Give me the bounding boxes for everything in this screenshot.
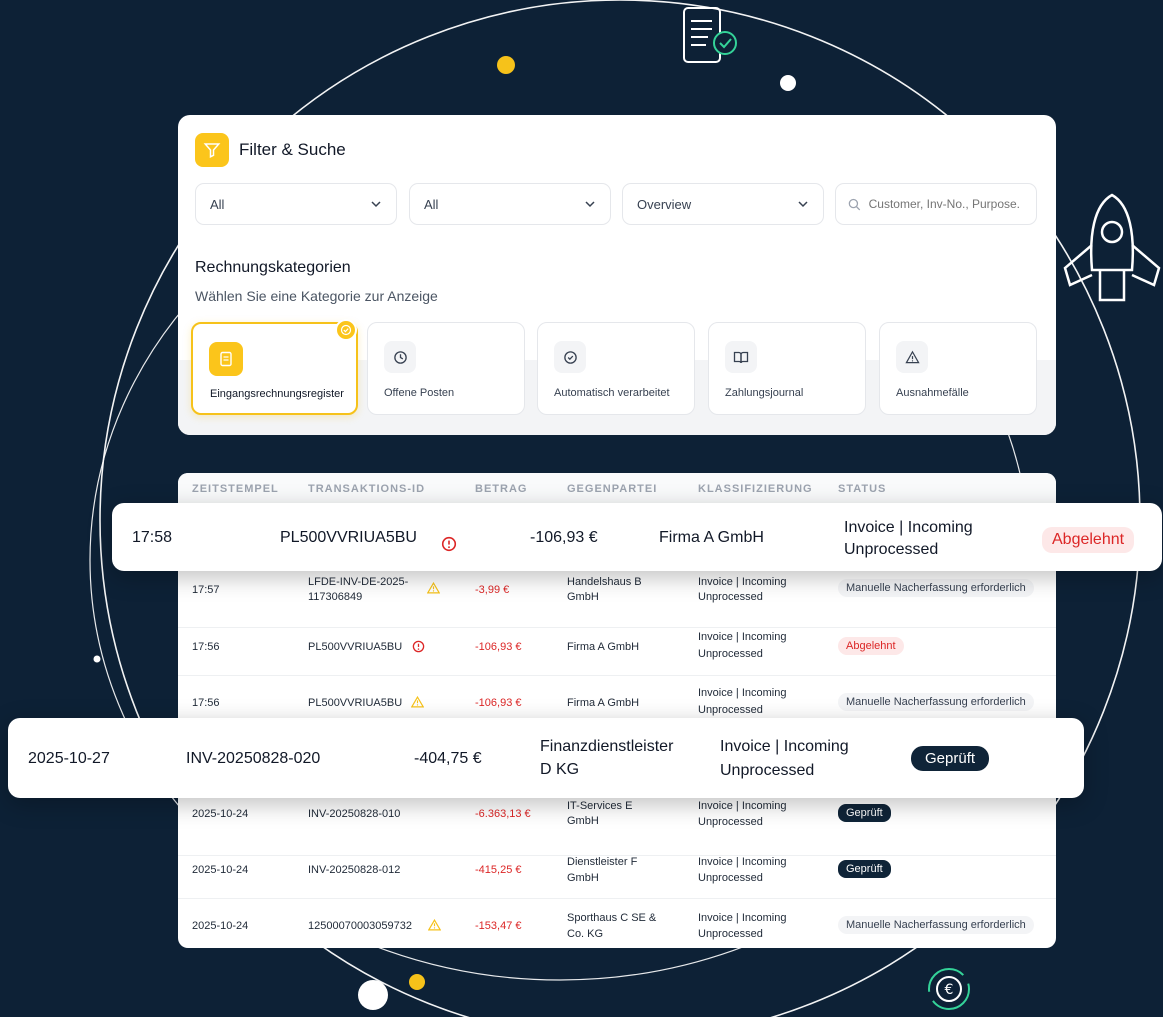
col-header-gegenpartei[interactable]: GEGENPARTEI <box>567 483 657 495</box>
category-card-eingangsrechnungsregister[interactable]: Eingangsrechnungsregister <box>191 322 358 415</box>
warning-icon <box>411 696 424 708</box>
warning-icon <box>896 341 928 373</box>
search-icon <box>848 198 861 210</box>
table-row[interactable]: 2025-10-24 12500070003059732 -153,47 € S… <box>178 899 1056 948</box>
category-title: Rechnungskategorien <box>195 259 351 276</box>
filter-select-2[interactable]: All <box>409 183 611 225</box>
view-select[interactable]: Overview <box>622 183 824 225</box>
rocket-icon <box>1063 193 1161 302</box>
warning-icon <box>427 582 440 594</box>
status-badge: Abgelehnt <box>838 637 904 655</box>
euro-cycle-icon: € <box>928 968 970 1010</box>
col-header-transaktions-id[interactable]: TRANSAKTIONS-ID <box>308 483 425 495</box>
highlighted-row-rejected[interactable]: 17:58 PL500VVRIUA5BU -106,93 € Firma A G… <box>112 503 1162 571</box>
status-badge: Manuelle Nacherfassung erforderlich <box>838 579 1034 597</box>
col-header-betrag[interactable]: BETRAG <box>475 483 527 495</box>
highlighted-row-verified[interactable]: 2025-10-27 INV-20250828-020 -404,75 € Fi… <box>8 718 1084 798</box>
filter-title: Filter & Suche <box>239 140 346 159</box>
status-badge: Manuelle Nacherfassung erforderlich <box>838 916 1034 934</box>
category-card-offene-posten[interactable]: Offene Posten <box>367 322 525 415</box>
error-circle-icon <box>412 640 425 653</box>
svg-text:€: € <box>945 982 954 998</box>
chevron-down-icon <box>798 201 808 208</box>
book-icon <box>725 341 757 373</box>
col-header-status[interactable]: STATUS <box>838 483 886 495</box>
category-subtitle: Wählen Sie eine Kategorie zur Anzeige <box>195 288 438 304</box>
search-input[interactable] <box>868 197 1024 211</box>
status-badge: Geprüft <box>838 804 891 822</box>
table-row[interactable]: 17:56 PL500VVRIUA5BU -106,93 € Firma A G… <box>178 618 1056 676</box>
table-header: ZEITSTEMPEL TRANSAKTIONS-ID BETRAG GEGEN… <box>178 473 1056 507</box>
search-box <box>835 183 1037 225</box>
check-circle-icon <box>554 341 586 373</box>
chevron-down-icon <box>371 201 381 208</box>
filter-header: Filter & Suche <box>195 133 346 167</box>
status-badge: Geprüft <box>838 860 891 878</box>
category-card-ausnahmefaelle[interactable]: Ausnahmefälle <box>879 322 1037 415</box>
warning-icon <box>428 919 441 931</box>
filter-icon <box>195 133 229 167</box>
status-badge: Geprüft <box>911 746 990 771</box>
clock-icon <box>384 341 416 373</box>
filter-select-1[interactable]: All <box>195 183 397 225</box>
error-circle-icon <box>441 536 457 552</box>
category-card-zahlungsjournal[interactable]: Zahlungsjournal <box>708 322 866 415</box>
status-badge: Manuelle Nacherfassung erforderlich <box>838 693 1034 711</box>
document-check-icon <box>683 7 737 63</box>
table-row[interactable]: 2025-10-24 INV-20250828-012 -415,25 € Di… <box>178 841 1056 899</box>
document-icon <box>209 342 243 376</box>
col-header-zeitstempel[interactable]: ZEITSTEMPEL <box>192 483 279 495</box>
category-card-automatisch-verarbeitet[interactable]: Automatisch verarbeitet <box>537 322 695 415</box>
selected-check-icon <box>335 319 357 341</box>
filter-panel: Filter & Suche All All Overview Rechnung… <box>178 115 1056 435</box>
chevron-down-icon <box>585 201 595 208</box>
col-header-klassifizierung[interactable]: KLASSIFIZIERUNG <box>698 483 813 495</box>
status-badge: Abgelehnt <box>1042 527 1135 553</box>
